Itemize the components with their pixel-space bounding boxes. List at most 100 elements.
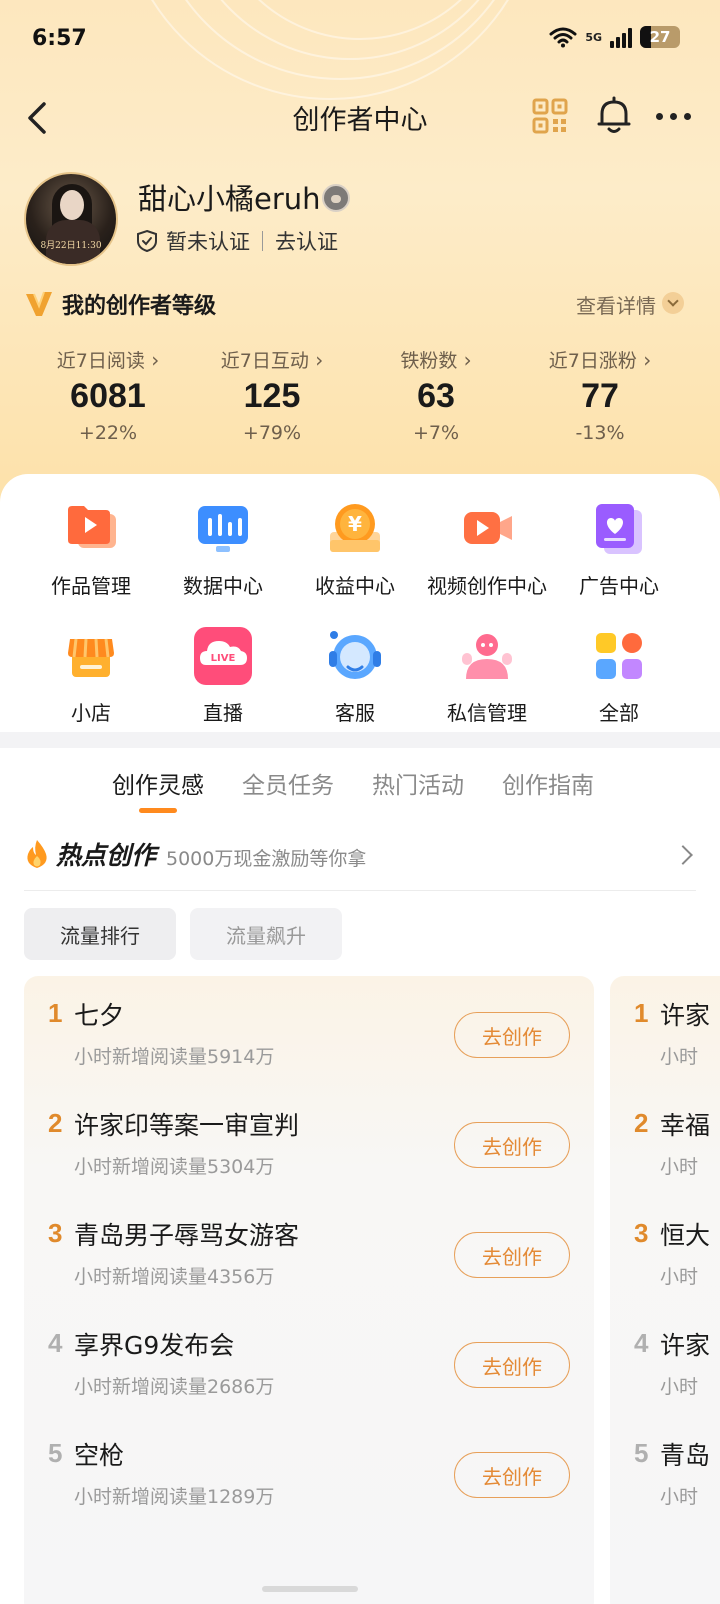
level-title: 我的创作者等级 [62,294,217,319]
list-item[interactable]: 5 空枪 小时新增阅读量1289万 去创作 [24,1416,594,1526]
rank-title: 许家印等案一审宣判 [74,1111,300,1140]
cert-action-link[interactable]: 去认证 [275,226,338,256]
creator-level-row[interactable]: 我的创作者等级 查看详情 [24,286,684,322]
video-icon [464,512,512,544]
list-item[interactable]: 2 许家印等案一审宣判 小时新增阅读量5304万 去创作 [24,1086,594,1196]
battery-icon: 27 [640,26,680,48]
avatar[interactable]: 8月22日11:30 [24,172,118,266]
rank-title: 空枪 [74,1441,125,1470]
more-icon[interactable] [656,104,700,128]
level-detail-link[interactable]: 查看详情 [576,290,656,319]
filter-row: 流量排行 流量飙升 [24,908,342,960]
tool-label: 广告中心 [579,574,659,598]
rank-subtitle: 小时新增阅读量1289万 [74,1486,275,1508]
live-icon: LIVE [194,627,252,685]
stat-value: 6081 [70,377,146,415]
rank-title: 七夕 [74,1001,125,1030]
rank-title: 许家 [660,1001,711,1030]
section-divider [0,732,720,748]
tool-ad-center[interactable]: 广告中心 [553,500,685,599]
filter-traffic-rank[interactable]: 流量排行 [24,908,176,960]
rank-title: 许家 [660,1331,711,1360]
tool-message-management[interactable]: 私信管理 [421,627,553,726]
ranking-card: 1 七夕 小时新增阅读量5914万 去创作 2 许家印等案一审宣判 小时新增阅读… [24,976,594,1604]
divider [262,231,263,251]
user-badge-icon [322,184,350,212]
network-type: 5G [585,30,602,44]
list-item[interactable]: 5 青岛 小时 [610,1416,720,1526]
tool-label: 数据中心 [183,574,263,598]
list-item[interactable]: 3 恒大 小时 [610,1196,720,1306]
bell-icon[interactable] [596,96,632,136]
tool-live[interactable]: LIVE 直播 [157,627,289,726]
list-item[interactable]: 3 青岛男子辱骂女游客 小时新增阅读量4356万 去创作 [24,1196,594,1306]
tool-label: 小店 [71,701,111,725]
data-icon [198,506,248,552]
tab-guide[interactable]: 创作指南 [502,766,594,800]
battery-level: 27 [649,28,671,46]
rank-title: 青岛男子辱骂女游客 [74,1221,300,1250]
tool-label: 收益中心 [315,574,395,598]
tab-tasks[interactable]: 全员任务 [242,766,334,800]
tab-label: 创作指南 [502,773,594,799]
rank-number: 1 [48,998,63,1028]
stat-value: 125 [243,377,301,415]
rank-number: 3 [48,1218,63,1248]
list-item[interactable]: 4 许家 小时 [610,1306,720,1416]
home-indicator[interactable] [262,1586,358,1592]
list-item[interactable]: 1 许家 小时 [610,976,720,1086]
tab-bar: 创作灵感 全员任务 热门活动 创作指南 [112,766,594,813]
chevron-right-icon[interactable] [673,845,693,865]
stat-new-followers[interactable]: 近7日涨粉 77 -13% [518,346,682,456]
stat-interactions[interactable]: 近7日互动 125 +79% [190,346,354,456]
go-create-button[interactable]: 去创作 [454,1342,570,1388]
tool-income-center[interactable]: ¥ 收益中心 [289,500,421,599]
rank-title: 恒大 [660,1221,711,1250]
hot-creation-header[interactable]: 热点创作 5000万现金激励等你拿 [24,836,696,876]
rank-number: 2 [634,1108,649,1138]
tab-inspiration[interactable]: 创作灵感 [112,766,204,813]
live-badge-text: LIVE [211,653,236,664]
go-create-button[interactable]: 去创作 [454,1012,570,1058]
list-item[interactable]: 4 享界G9发布会 小时新增阅读量2686万 去创作 [24,1306,594,1416]
stat-value: 63 [417,377,455,415]
filter-traffic-rising[interactable]: 流量飙升 [190,908,342,960]
header-background [0,0,720,540]
status-bar: 6:57 5G 27 [0,0,720,80]
tool-customer-service[interactable]: 客服 [289,627,421,726]
tool-label: 全部 [599,701,639,725]
stat-delta: +79% [242,422,302,444]
tool-all[interactable]: 全部 [553,627,685,726]
rank-subtitle: 小时 [660,1266,699,1288]
rank-subtitle: 小时 [660,1486,699,1508]
tool-label: 视频创作中心 [427,574,547,598]
go-create-button[interactable]: 去创作 [454,1452,570,1498]
tool-video-creation[interactable]: 视频创作中心 [421,500,553,599]
stat-iron-fans[interactable]: 铁粉数 63 +7% [354,346,518,456]
rank-title: 青岛 [660,1441,711,1470]
tool-label: 私信管理 [447,701,527,725]
go-create-button[interactable]: 去创作 [454,1232,570,1278]
ranking-card-secondary: 1 许家 小时 2 幸福 小时 3 恒大 小时 4 许家 小时 5 青岛 小时 [610,976,720,1604]
stat-value: 77 [581,377,619,415]
tab-events[interactable]: 热门活动 [372,766,464,800]
tool-data-center[interactable]: 数据中心 [157,500,289,599]
list-item[interactable]: 1 七夕 小时新增阅读量5914万 去创作 [24,976,594,1086]
qr-code-icon[interactable] [532,98,568,134]
stat-reads[interactable]: 近7日阅读 6081 +22% [26,346,190,456]
stats-row: 近7日阅读 6081 +22% 近7日互动 125 +79% 铁粉数 63 +7… [26,346,682,456]
tab-label: 全员任务 [242,773,334,799]
divider [24,890,696,891]
rank-number: 1 [634,998,649,1028]
go-create-button[interactable]: 去创作 [454,1122,570,1168]
tool-label: 直播 [203,701,243,725]
tool-works-management[interactable]: 作品管理 [25,500,157,599]
tool-shop[interactable]: 小店 [25,627,157,726]
stat-label: 近7日互动 [190,346,354,373]
income-icon: ¥ [330,504,380,552]
list-item[interactable]: 2 幸福 小时 [610,1086,720,1196]
nav-bar: 创作者中心 [0,88,720,148]
rank-title: 享界G9发布会 [74,1331,235,1360]
username[interactable]: 甜心小橘eruh [138,176,321,218]
chevron-down-icon[interactable] [662,292,684,314]
